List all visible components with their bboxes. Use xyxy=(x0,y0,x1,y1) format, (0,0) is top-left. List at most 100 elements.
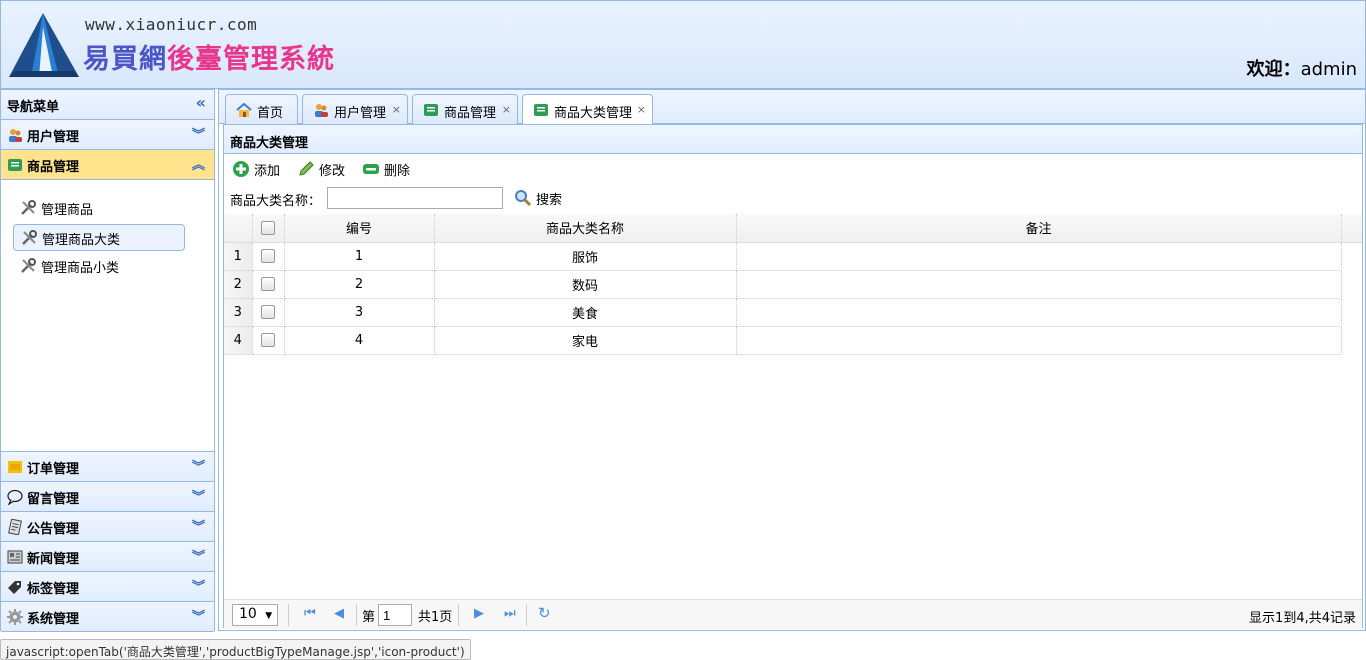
pager-separator xyxy=(526,604,527,626)
table-row[interactable]: 1 1 服饰 xyxy=(224,242,1362,271)
page-size-value: 10 xyxy=(239,606,257,622)
tools-icon xyxy=(22,230,37,245)
menu-item-label: 管理商品大类 xyxy=(42,233,121,248)
search-icon xyxy=(515,190,532,207)
tab-user-management[interactable]: 用户管理 × xyxy=(302,94,408,124)
scroll-gutter xyxy=(1341,214,1362,243)
column-header-name[interactable]: 商品大类名称 xyxy=(434,214,737,243)
page-info: 显示1到4,共4记录 xyxy=(1249,611,1356,626)
tab-product-management[interactable]: 商品管理 × xyxy=(412,94,518,124)
menu-item-manage-small-types[interactable]: 管理商品小类 xyxy=(13,253,185,280)
chevron-down-icon[interactable]: ︾ xyxy=(192,576,205,595)
logo xyxy=(9,13,79,77)
nav-group-label: 标签管理 xyxy=(27,582,80,597)
big-type-name-input[interactable] xyxy=(327,187,503,209)
row-checkbox[interactable] xyxy=(261,333,275,347)
tab-label: 用户管理 xyxy=(334,106,387,121)
tab-big-type-management[interactable]: 商品大类管理 × xyxy=(522,94,653,125)
add-label: 添加 xyxy=(254,164,281,179)
data-table: 编号 商品大类名称 备注 1 1 服饰 2 2 数码 3 3 美食 4 4 家电 xyxy=(224,214,1362,355)
nav-group-system[interactable]: 系统管理 ︾ xyxy=(1,602,214,632)
nav-group-label: 用户管理 xyxy=(27,130,80,145)
pager-separator xyxy=(458,604,459,626)
edit-label: 修改 xyxy=(319,164,346,179)
table-row[interactable]: 2 2 数码 xyxy=(224,270,1362,299)
table-row[interactable]: 3 3 美食 xyxy=(224,298,1362,327)
prev-page-icon[interactable]: ◀ xyxy=(334,606,344,621)
row-checkbox[interactable] xyxy=(261,249,275,263)
row-checkbox[interactable] xyxy=(261,277,275,291)
chevron-down-icon[interactable]: ︾ xyxy=(192,124,205,143)
nav-group-orders[interactable]: 订单管理 ︾ xyxy=(1,452,214,482)
close-icon[interactable]: × xyxy=(637,103,646,116)
nav-group-label: 留言管理 xyxy=(27,492,80,507)
cell-remark xyxy=(736,326,1342,355)
product-icon xyxy=(424,104,438,116)
search-button[interactable]: 搜索 xyxy=(514,189,562,208)
menu-item-manage-products[interactable]: 管理商品 xyxy=(13,195,185,222)
site-title-part2: 後臺管理系統 xyxy=(167,44,335,75)
cell-remark xyxy=(736,298,1342,327)
tab-label: 首页 xyxy=(257,106,284,121)
nav-group-notices[interactable]: 公告管理 ︾ xyxy=(1,512,214,542)
delete-button[interactable]: 删除 xyxy=(362,160,410,180)
cell-id: 4 xyxy=(284,326,435,355)
chevron-down-icon[interactable]: ︾ xyxy=(192,606,205,625)
page-prefix: 第 xyxy=(362,610,376,625)
site-title-part1: 易買網 xyxy=(83,44,167,75)
cell-id: 3 xyxy=(284,298,435,327)
row-checkbox[interactable] xyxy=(261,305,275,319)
data-grid: 编号 商品大类名称 备注 1 1 服饰 2 2 数码 3 3 美食 4 4 家电 xyxy=(224,214,1364,599)
menu-item-manage-big-types[interactable]: 管理商品大类 xyxy=(13,224,185,251)
page-size-select[interactable]: 10 ▼ xyxy=(232,604,278,626)
toolbar: 添加 修改 删除 xyxy=(224,154,1362,184)
column-header-id[interactable]: 编号 xyxy=(284,214,435,243)
cell-remark xyxy=(736,270,1342,299)
add-button[interactable]: 添加 xyxy=(232,160,280,180)
select-all-header xyxy=(252,214,285,243)
menu-item-label: 管理商品 xyxy=(41,203,94,218)
row-number: 3 xyxy=(224,298,253,327)
chevron-down-icon[interactable]: ︾ xyxy=(192,516,205,535)
nav-panel: 导航菜单 « 用户管理 ︾ 商品管理 ︽ 管理商品 管理商品大类 管理商品小类 … xyxy=(0,89,215,632)
users-icon xyxy=(315,104,328,117)
cell-remark xyxy=(736,242,1342,271)
chevron-down-icon[interactable]: ︾ xyxy=(192,486,205,505)
row-number: 1 xyxy=(224,242,253,271)
close-icon[interactable]: × xyxy=(392,103,401,116)
select-all-checkbox[interactable] xyxy=(261,220,275,235)
refresh-icon[interactable]: ↻ xyxy=(538,604,551,622)
tools-icon xyxy=(21,200,36,215)
collapse-left-icon[interactable]: « xyxy=(196,93,206,112)
column-header-remark[interactable]: 备注 xyxy=(736,214,1342,243)
nav-group-label: 新闻管理 xyxy=(27,552,80,567)
search-label: 商品大类名称： xyxy=(230,194,322,209)
page-number-input[interactable] xyxy=(378,604,412,626)
nav-group-products[interactable]: 商品管理 ︽ xyxy=(1,150,214,180)
nav-group-tags[interactable]: 标签管理 ︾ xyxy=(1,572,214,602)
nav-group-messages[interactable]: 留言管理 ︾ xyxy=(1,482,214,512)
search-row: 商品大类名称： 搜索 xyxy=(224,184,1362,213)
chevron-down-icon[interactable]: ︾ xyxy=(192,546,205,565)
first-page-icon[interactable]: ⏮ xyxy=(304,606,316,621)
row-checkbox-cell xyxy=(252,270,285,299)
nav-group-news[interactable]: 新闻管理 ︾ xyxy=(1,542,214,572)
rownum-header xyxy=(224,214,253,243)
pager-separator xyxy=(356,604,357,626)
tools-icon xyxy=(21,258,36,273)
content-panel: 商品大类管理 添加 修改 删除 商品大类名称： 搜索 编号 商品大类名称 备注 … xyxy=(223,124,1364,629)
cell-name: 服饰 xyxy=(434,242,737,271)
chevron-up-icon[interactable]: ︽ xyxy=(192,154,205,173)
chevron-down-icon[interactable]: ︾ xyxy=(192,456,205,475)
last-page-icon[interactable]: ⏭ xyxy=(504,606,516,621)
edit-button[interactable]: 修改 xyxy=(297,160,345,180)
site-title: 易買網後臺管理系統 xyxy=(83,37,335,76)
table-row[interactable]: 4 4 家电 xyxy=(224,326,1362,355)
tab-bar: 首页 用户管理 × 商品管理 × 商品大类管理 × xyxy=(219,90,1365,125)
next-page-icon[interactable]: ▶ xyxy=(474,606,484,621)
nav-group-users[interactable]: 用户管理 ︾ xyxy=(1,120,214,150)
cell-name: 家电 xyxy=(434,326,737,355)
welcome-text: 欢迎：admin xyxy=(1247,55,1357,81)
close-icon[interactable]: × xyxy=(502,103,511,116)
tab-home[interactable]: 首页 xyxy=(225,94,298,124)
